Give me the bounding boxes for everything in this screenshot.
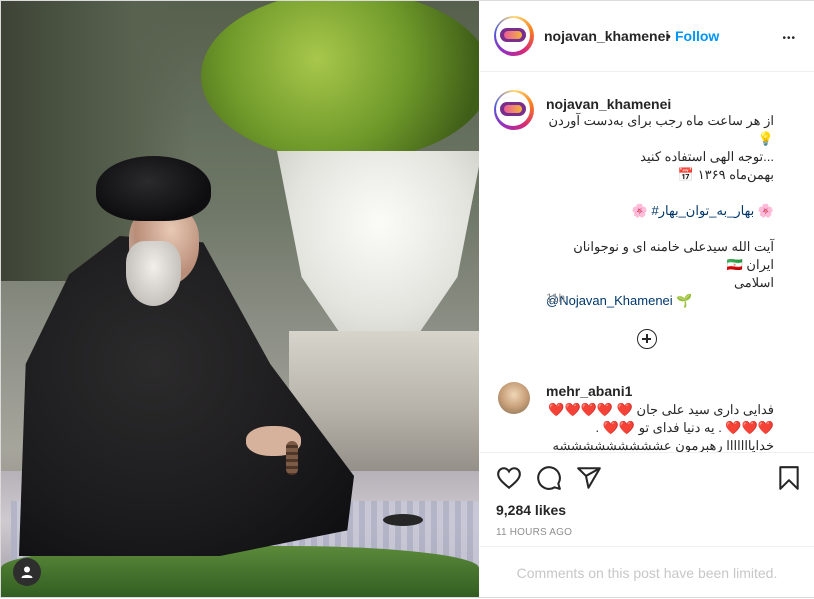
tagged-user-button[interactable] (13, 558, 41, 586)
stone-urn (277, 151, 479, 331)
heart-icon (497, 467, 521, 490)
more-icon: ••• (782, 33, 796, 44)
post-actions: 9,284 likes 11 HOURS AGO Comments on thi… (480, 452, 814, 598)
post-panel: nojavan_khamenei • Follow ••• nojavan_kh… (480, 1, 814, 597)
caption-line: اسلامی (733, 275, 774, 290)
post-timestamp[interactable]: 11 HOURS AGO (496, 527, 572, 538)
plus-circle-icon[interactable] (637, 329, 657, 349)
turban (96, 156, 211, 221)
foliage (201, 1, 479, 161)
caption-line: ...توجه الهی استفاده کنید (640, 149, 774, 164)
comments-list: nojavan_khamenei از هر ساعت ماه رجب برای… (480, 72, 814, 452)
author-avatar[interactable] (494, 16, 534, 56)
follow-button[interactable]: Follow (675, 28, 719, 44)
save-button[interactable] (776, 465, 802, 491)
caption-line: بهمن‌ماه ۱۳۶۹ 📅 (677, 167, 774, 182)
like-button[interactable] (496, 465, 522, 491)
caption-time[interactable]: 11h (546, 291, 565, 305)
caption-avatar[interactable] (494, 90, 534, 130)
author-username[interactable]: nojavan_khamenei (544, 28, 669, 44)
caption-line (546, 184, 774, 202)
prayer-beads (286, 441, 298, 475)
commenter-avatar[interactable] (498, 382, 530, 414)
caption-line: آیت الله سیدعلی خامنه ای و نوجوانان ایرا… (573, 239, 774, 272)
caption-text: از هر ساعت ماه رجب برای به‌دست آوردن 💡 .… (546, 112, 774, 310)
post-dialog: nojavan_khamenei • Follow ••• nojavan_kh… (0, 0, 814, 598)
caption-line (546, 220, 774, 238)
caption-username[interactable]: nojavan_khamenei (546, 96, 671, 112)
caption-hashtag[interactable]: 🌸 بهار_به_توان_بهار# 🌸 (546, 202, 774, 220)
comment-text: فدایی داری سید علی جان ❤️ ❤️❤️❤️❤️❤️❤️❤️… (548, 402, 774, 452)
more-options-button[interactable]: ••• (782, 25, 796, 49)
brand-logo (500, 28, 526, 42)
bookmark-icon (779, 466, 799, 490)
beard (126, 241, 181, 306)
caption-line: از هر ساعت ماه رجب برای به‌دست آوردن 💡 (548, 113, 774, 146)
brand-logo (500, 102, 526, 116)
user-icon (21, 566, 33, 578)
caption-mention[interactable]: @Nojavan_Khamenei 🌱 (546, 292, 774, 310)
separator-dot: • (666, 28, 671, 44)
comment-button[interactable] (536, 465, 562, 491)
prayer-stone (383, 514, 423, 526)
comments-limited-notice: Comments on this post have been limited. (480, 546, 814, 599)
commenter-username[interactable]: mehr_abani1 (546, 383, 632, 399)
share-icon (577, 467, 601, 489)
likes-count[interactable]: 9,284 likes (496, 502, 566, 518)
comment-icon (537, 466, 561, 490)
share-button[interactable] (576, 465, 602, 491)
post-image[interactable] (1, 1, 479, 597)
post-header: nojavan_khamenei • Follow ••• (480, 1, 814, 72)
